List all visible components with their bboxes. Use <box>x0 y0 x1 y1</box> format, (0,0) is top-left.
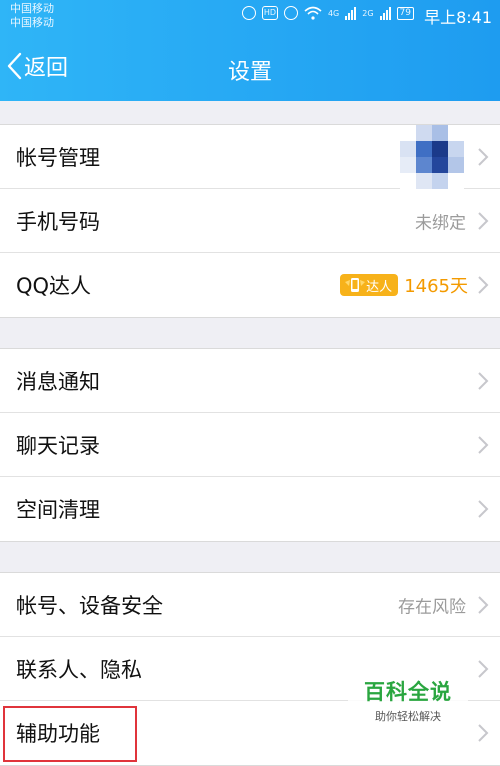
chevron-right-icon <box>478 659 489 678</box>
row-qq-daren[interactable]: QQ达人 达人 1465天 <box>0 253 500 317</box>
chevron-right-icon <box>478 500 489 518</box>
chevron-right-icon <box>478 211 489 230</box>
header-bar: 中国移动 中国移动 HD 4G 2G 79 早上8:41 返回 设置 <box>0 0 500 101</box>
status-icons: HD 4G 2G 79 <box>241 6 414 20</box>
row-label: 聊天记录 <box>16 433 100 458</box>
chevron-right-icon <box>478 435 489 454</box>
signal-icon-1 <box>345 6 357 20</box>
chevron-right-icon <box>478 724 489 742</box>
settings-group-messages: 消息通知 聊天记录 空间清理 <box>0 348 500 542</box>
row-label: 消息通知 <box>16 369 100 394</box>
row-message-notifications[interactable]: 消息通知 <box>0 349 500 413</box>
page-title: 设置 <box>227 60 272 85</box>
watermark-title: 百科全说 <box>364 680 452 704</box>
phone-wings-icon <box>345 278 366 292</box>
settings-group-account: 帐号管理 手机号码 未绑定 QQ达人 达人 1465天 <box>0 124 500 318</box>
badge-label: 达人 <box>366 279 393 295</box>
daren-days: 1465天 <box>404 276 468 297</box>
daren-pill: 达人 <box>340 274 399 296</box>
row-chat-history[interactable]: 聊天记录 <box>0 413 500 477</box>
battery-icon: 79 <box>396 6 414 20</box>
row-value: 存在风险 <box>398 597 466 617</box>
chevron-right-icon <box>478 371 489 390</box>
eye-icon <box>283 6 298 20</box>
signal-icon-2 <box>379 6 391 20</box>
chevron-right-icon <box>478 276 489 294</box>
watermark: 百科全说 助你轻松解决 <box>348 676 468 724</box>
status-time: 早上8:41 <box>424 8 492 27</box>
carrier-label-2: 中国移动 <box>10 16 54 29</box>
row-storage-cleanup[interactable]: 空间清理 <box>0 477 500 541</box>
network-4g-label: 4G <box>327 8 340 18</box>
daren-badge: 达人 1465天 <box>340 272 468 298</box>
row-label: 帐号管理 <box>16 145 100 170</box>
row-label: 手机号码 <box>16 209 100 234</box>
wifi-icon <box>304 6 322 20</box>
highlight-box <box>3 706 137 762</box>
hd-icon: HD <box>261 6 278 20</box>
status-bar: 中国移动 中国移动 HD 4G 2G 79 早上8:41 <box>0 0 500 30</box>
avatar <box>400 125 464 189</box>
chevron-right-icon <box>478 147 489 166</box>
row-value: 未绑定 <box>415 213 466 233</box>
row-label: QQ达人 <box>16 274 92 298</box>
row-account-device-security[interactable]: 帐号、设备安全 存在风险 <box>0 573 500 637</box>
watermark-subtitle: 助你轻松解决 <box>375 710 441 723</box>
row-label: 联系人、隐私 <box>16 657 142 682</box>
alarm-icon <box>241 6 256 20</box>
chevron-right-icon <box>478 595 489 614</box>
row-phone-number[interactable]: 手机号码 未绑定 <box>0 189 500 253</box>
row-label: 空间清理 <box>16 498 100 522</box>
network-2g-label: 2G <box>362 8 374 18</box>
row-label: 帐号、设备安全 <box>16 593 163 618</box>
row-account-management[interactable]: 帐号管理 <box>0 125 500 189</box>
